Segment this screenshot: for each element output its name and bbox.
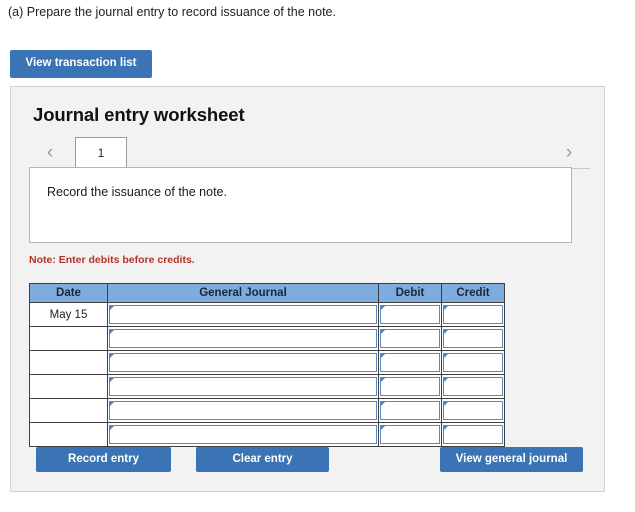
column-header-debit: Debit <box>378 283 442 303</box>
table-row <box>29 374 505 399</box>
cell-general-journal <box>107 350 379 375</box>
cell-general-journal <box>107 302 379 327</box>
table-row <box>29 422 505 447</box>
cell-debit <box>378 350 442 375</box>
debit-input-row-3[interactable] <box>380 353 440 372</box>
general-journal-input-row-3[interactable] <box>109 353 377 372</box>
cell-wrapper <box>380 353 440 372</box>
table-header-row: Date General Journal Debit Credit <box>29 283 505 303</box>
instruction-text: Record the issuance of the note. <box>47 185 227 199</box>
cell-debit <box>378 302 442 327</box>
cell-wrapper <box>380 329 440 348</box>
cell-wrapper <box>109 425 377 444</box>
view-general-journal-button[interactable]: View general journal <box>440 447 583 472</box>
cell-wrapper <box>380 401 440 420</box>
journal-entry-table: Date General Journal Debit Credit May 15 <box>29 283 505 447</box>
debit-input-row-1[interactable] <box>380 305 440 324</box>
column-header-credit: Credit <box>441 283 505 303</box>
cell-general-journal <box>107 422 379 447</box>
chevron-left-icon[interactable]: ‹ <box>39 137 61 167</box>
credit-input-row-3[interactable] <box>443 353 503 372</box>
general-journal-input-row-4[interactable] <box>109 377 377 396</box>
general-journal-input-row-2[interactable] <box>109 329 377 348</box>
cell-wrapper <box>443 305 503 324</box>
credit-input-row-1[interactable] <box>443 305 503 324</box>
chevron-right-icon[interactable]: › <box>558 137 580 167</box>
cell-credit <box>441 302 505 327</box>
cell-wrapper <box>443 425 503 444</box>
cell-credit <box>441 374 505 399</box>
cell-debit <box>378 374 442 399</box>
cell-wrapper <box>380 377 440 396</box>
cell-wrapper <box>443 329 503 348</box>
cell-wrapper <box>109 377 377 396</box>
debit-input-row-6[interactable] <box>380 425 440 444</box>
credit-input-row-2[interactable] <box>443 329 503 348</box>
cell-wrapper <box>443 401 503 420</box>
column-header-date: Date <box>29 283 108 303</box>
cell-wrapper <box>380 305 440 324</box>
debit-input-row-2[interactable] <box>380 329 440 348</box>
worksheet-tabstrip: ‹ 1 › <box>29 137 590 169</box>
cell-wrapper <box>109 401 377 420</box>
table-row <box>29 350 505 375</box>
tab-1[interactable]: 1 <box>75 137 127 167</box>
cell-general-journal <box>107 326 379 351</box>
credit-input-row-6[interactable] <box>443 425 503 444</box>
clear-entry-button[interactable]: Clear entry <box>196 447 329 472</box>
cell-general-journal <box>107 398 379 423</box>
cell-date <box>29 326 108 351</box>
debit-input-row-5[interactable] <box>380 401 440 420</box>
table-row <box>29 326 505 351</box>
table-row <box>29 398 505 423</box>
credit-input-row-4[interactable] <box>443 377 503 396</box>
journal-entry-worksheet-panel: Journal entry worksheet ‹ 1 › Record the… <box>10 86 605 492</box>
column-header-general-journal: General Journal <box>107 283 379 303</box>
cell-wrapper <box>443 353 503 372</box>
cell-debit <box>378 422 442 447</box>
general-journal-input-row-5[interactable] <box>109 401 377 420</box>
cell-date: May 15 <box>29 302 108 327</box>
cell-wrapper <box>443 377 503 396</box>
view-transaction-list-button[interactable]: View transaction list <box>10 50 152 78</box>
debits-before-credits-note: Note: Enter debits before credits. <box>29 254 195 266</box>
cell-credit <box>441 398 505 423</box>
cell-date <box>29 350 108 375</box>
cell-wrapper <box>109 305 377 324</box>
general-journal-input-row-6[interactable] <box>109 425 377 444</box>
cell-credit <box>441 326 505 351</box>
question-prompt: (a) Prepare the journal entry to record … <box>8 5 336 19</box>
cell-wrapper <box>109 353 377 372</box>
cell-wrapper <box>109 329 377 348</box>
general-journal-input-row-1[interactable] <box>109 305 377 324</box>
cell-general-journal <box>107 374 379 399</box>
journal-entry-table-body: May 15 <box>29 302 505 447</box>
cell-credit <box>441 350 505 375</box>
record-entry-button[interactable]: Record entry <box>36 447 171 472</box>
panel-title: Journal entry worksheet <box>33 104 245 125</box>
table-row: May 15 <box>29 302 505 327</box>
instruction-box: Record the issuance of the note. <box>29 167 572 243</box>
cell-credit <box>441 422 505 447</box>
cell-date <box>29 422 108 447</box>
cell-debit <box>378 326 442 351</box>
cell-wrapper <box>380 425 440 444</box>
cell-date <box>29 398 108 423</box>
credit-input-row-5[interactable] <box>443 401 503 420</box>
cell-date <box>29 374 108 399</box>
debit-input-row-4[interactable] <box>380 377 440 396</box>
cell-debit <box>378 398 442 423</box>
